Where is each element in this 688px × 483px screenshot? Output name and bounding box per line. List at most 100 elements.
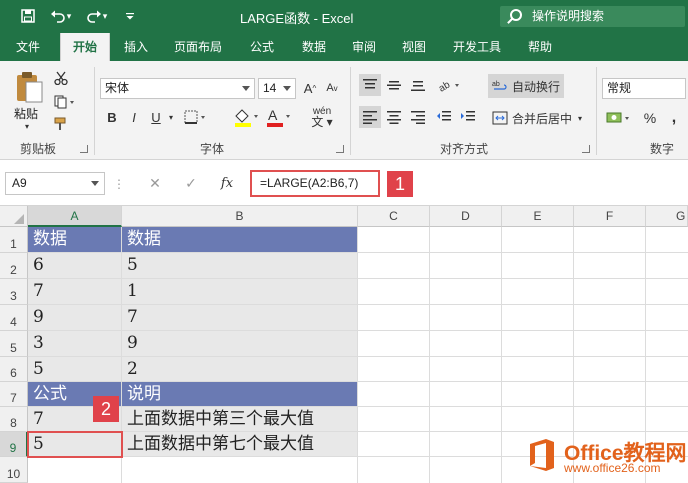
cell-b6[interactable]: 2 [122,357,357,381]
cell-a2[interactable]: 6 [28,253,121,278]
column-header-c[interactable]: C [358,206,430,227]
save-icon[interactable] [18,6,38,26]
increase-indent-icon[interactable] [457,106,479,128]
select-all-corner[interactable] [0,206,28,227]
row-header-4[interactable]: 4 [0,305,28,331]
name-box[interactable]: A9 [5,172,105,195]
merge-center-label: 合并后居中 [512,111,573,126]
cell-a1[interactable]: 数据 [28,227,121,252]
cell-a6[interactable]: 5 [28,357,121,381]
tab-home[interactable]: 开始 [60,33,110,61]
row-header-1[interactable]: 1 [0,227,28,253]
column-header-f[interactable]: F [574,206,646,227]
tab-insert[interactable]: 插入 [114,33,158,61]
insert-function-button[interactable]: fx [214,172,240,195]
orientation-icon[interactable]: ab [435,74,465,96]
cell-a3[interactable]: 7 [28,279,121,304]
align-center-icon[interactable] [383,106,405,128]
tell-me-search[interactable]: 操作说明搜索 [500,6,685,27]
cell-b3[interactable]: 1 [122,279,357,304]
tab-data[interactable]: 数据 [292,33,336,61]
align-middle-icon[interactable] [383,74,405,96]
search-icon [510,9,522,21]
column-header-g[interactable]: G [646,206,688,227]
align-right-icon[interactable] [407,106,429,128]
cell-a5[interactable]: 3 [28,331,121,356]
undo-dropdown-icon[interactable]: ▾ [64,6,74,26]
increase-font-button[interactable]: A ^ [300,78,320,98]
tell-me-label: 操作说明搜索 [532,9,605,23]
row-header-9[interactable]: 9 [0,432,28,457]
tab-review[interactable]: 审阅 [342,33,386,61]
font-size-select[interactable]: 14 [258,78,296,99]
bold-button[interactable]: B [102,107,122,127]
row-header-8[interactable]: 8 [0,407,28,432]
font-color-icon[interactable]: A [264,105,294,129]
formula-bar-grip-icon: ⋮ [113,176,125,191]
formula-input[interactable]: =LARGE(A2:B6,7) [250,170,380,197]
chevron-down-icon [91,181,99,186]
copy-icon[interactable] [52,93,78,111]
tab-page-layout[interactable]: 页面布局 [165,33,231,61]
title-bar: ▾ ▾ LARGE函数 - Excel 操作说明搜索 [0,0,688,33]
customize-toolbar-icon[interactable] [120,6,140,26]
cell-b8[interactable]: 上面数据中第三个最大值 [122,407,357,431]
row-header-6[interactable]: 6 [0,357,28,382]
cut-icon[interactable] [52,69,70,87]
redo-dropdown-icon[interactable]: ▾ [100,6,110,26]
svg-text:ab: ab [492,81,500,88]
row-header-7[interactable]: 7 [0,382,28,407]
cell-a4[interactable]: 9 [28,305,121,330]
column-header-a[interactable]: A [28,206,122,227]
column-header-d[interactable]: D [430,206,502,227]
row-header-5[interactable]: 5 [0,331,28,357]
paste-dropdown-icon[interactable]: ▾ [22,121,32,131]
cell-b7[interactable]: 说明 [122,382,357,406]
tab-formulas[interactable]: 公式 [240,33,284,61]
cell-b9[interactable]: 上面数据中第七个最大值 [122,432,357,456]
cell-b1[interactable]: 数据 [122,227,357,252]
percent-style-button[interactable]: % [640,107,660,129]
decrease-indent-icon[interactable] [433,106,455,128]
italic-button[interactable]: I [124,107,144,127]
row-header-3[interactable]: 3 [0,279,28,305]
tab-help[interactable]: 帮助 [518,33,562,61]
row-header-10[interactable]: 10 [0,457,28,483]
paste-label[interactable]: 粘贴 [14,105,38,122]
underline-button[interactable]: U [146,107,166,127]
align-left-icon[interactable] [359,106,381,128]
underline-dropdown-icon[interactable]: ▾ [166,107,176,127]
comma-style-icon[interactable]: , [664,107,684,129]
tab-file[interactable]: 文件 [6,33,50,61]
column-header-b[interactable]: B [122,206,358,227]
accounting-format-icon[interactable] [604,107,636,129]
clipboard-launcher-icon[interactable] [80,145,88,153]
align-bottom-icon[interactable] [407,74,429,96]
fill-color-icon[interactable] [232,105,262,129]
font-launcher-icon[interactable] [336,145,344,153]
confirm-entry-icon[interactable]: ✓ [178,172,204,195]
wrap-text-icon: ab [492,81,507,90]
font-size-value: 14 [263,81,277,95]
font-name-select[interactable]: 宋体 [100,78,255,99]
phonetic-guide-button[interactable]: wén 文 ▾ [304,105,340,129]
cell-b4[interactable]: 7 [122,305,357,330]
tab-view[interactable]: 视图 [392,33,436,61]
tab-developer[interactable]: 开发工具 [444,33,510,61]
cell-b5[interactable]: 9 [122,331,357,356]
cancel-entry-icon[interactable]: ✕ [142,172,168,195]
align-top-icon[interactable] [359,74,381,96]
column-header-e[interactable]: E [502,206,574,227]
merge-center-button[interactable]: 合并后居中 ▾ [488,106,584,130]
paste-icon[interactable] [12,69,46,105]
format-painter-icon[interactable] [52,115,70,133]
wrap-text-label: 自动换行 [512,79,561,94]
decrease-font-button[interactable]: Av [322,78,342,98]
ribbon: 粘贴 ▾ 剪贴板 宋体 14 A ^ Av B I U ▾ A wén 文 ▾ 字… [0,61,688,160]
row-header-2[interactable]: 2 [0,253,28,279]
alignment-launcher-icon[interactable] [582,145,590,153]
number-format-select[interactable]: 常规 [602,78,686,99]
borders-icon[interactable] [182,107,210,127]
wrap-text-button[interactable]: ab 自动换行 [488,74,564,98]
cell-b2[interactable]: 5 [122,253,357,278]
